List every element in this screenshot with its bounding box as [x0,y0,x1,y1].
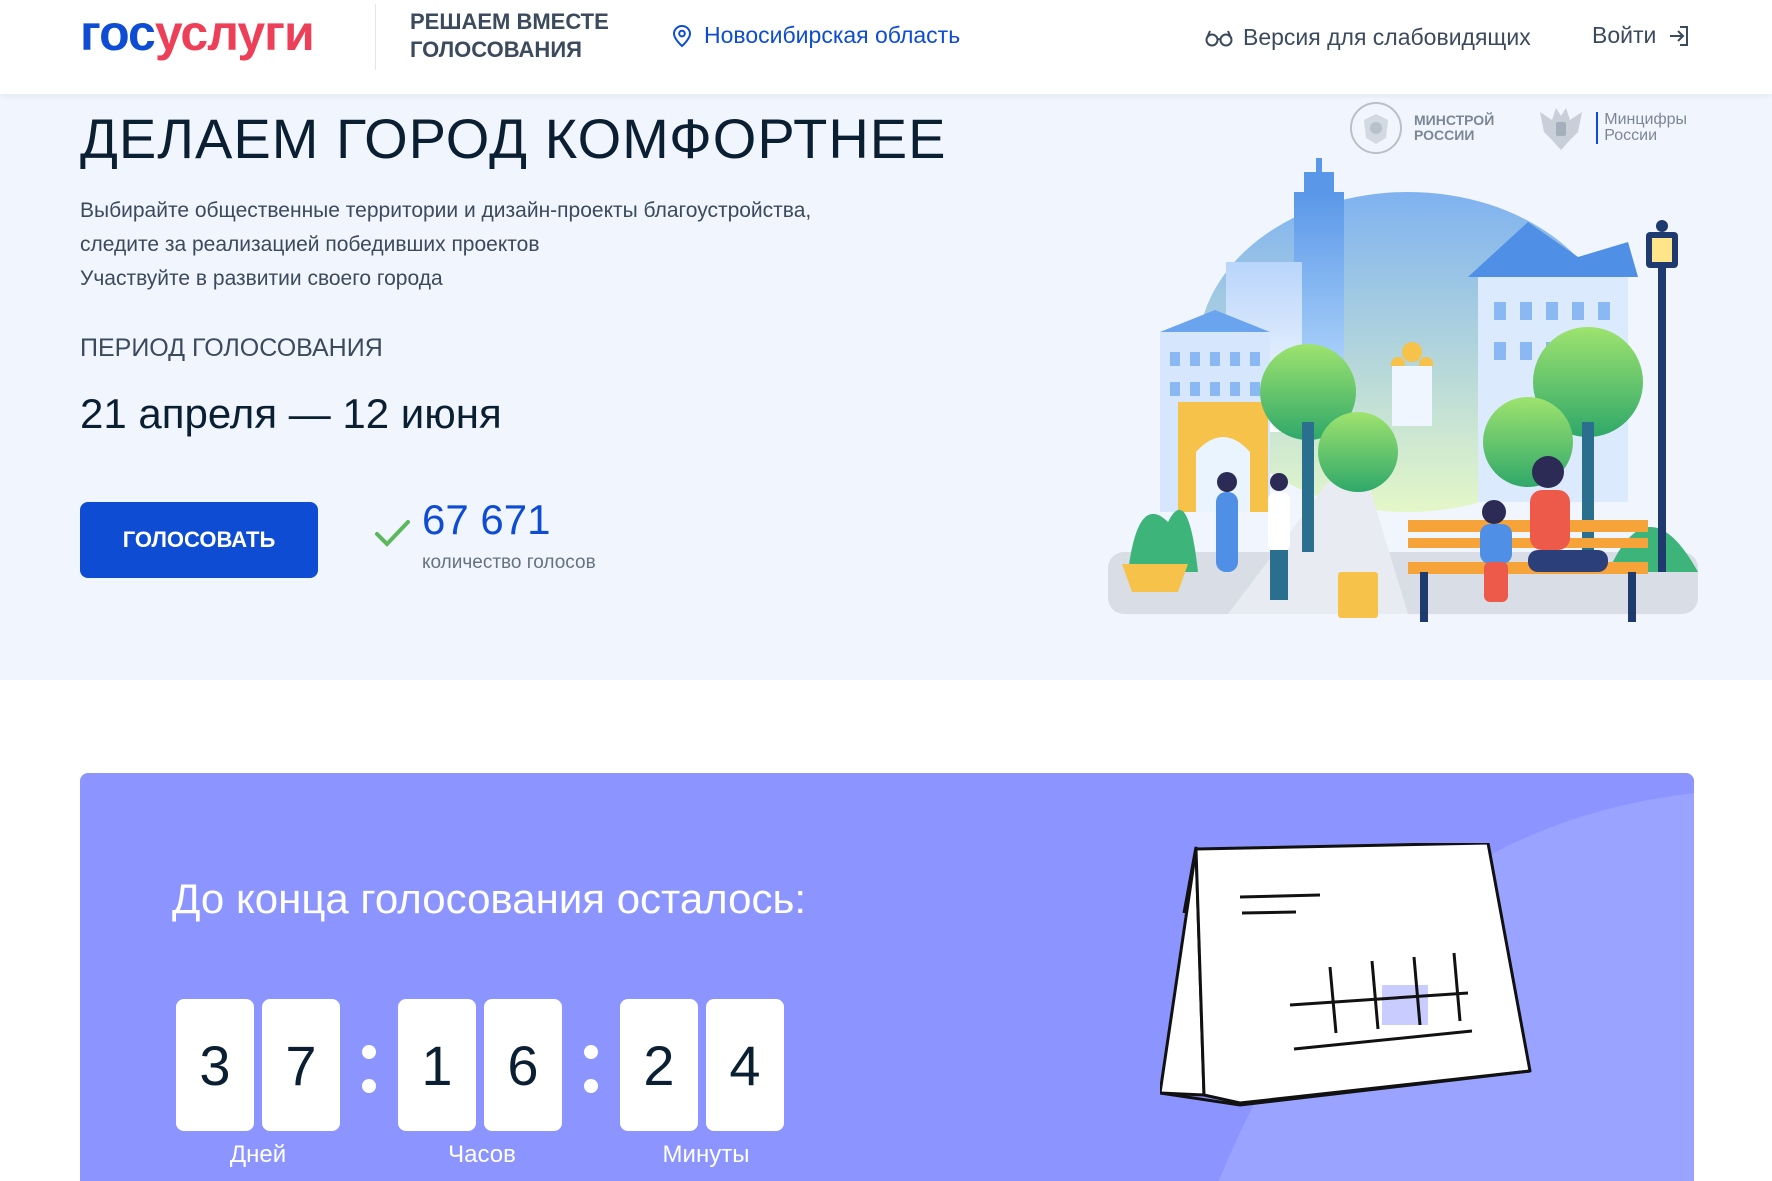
minutes-label: Минуты [662,1141,750,1168]
coat-of-arms-icon [1350,102,1402,154]
double-headed-eagle-icon [1540,108,1583,150]
low-vision-label: Версия для слабовидящих [1243,24,1531,50]
voting-period-label: Период голосования [80,334,383,362]
logo-part-uslugi: услуги [154,5,315,61]
mintsifry-logo: Минцифры России [1534,100,1687,156]
region-label: Новосибирская область [704,22,961,48]
glasses-icon [1205,30,1233,46]
low-vision-version-link[interactable]: Версия для слабовидящих [1205,24,1531,51]
calendar-icon [1160,843,1532,1107]
gosuslugi-logo[interactable]: госуслуги [80,5,315,61]
partner-logos: Минстрой России Минцифры России [1348,100,1687,156]
header: госуслуги Решаем вместе голосования Ново… [0,0,1772,94]
minutes-digit: 2 [620,999,698,1131]
mintsifry-line1: Минцифры [1604,111,1688,128]
login-link[interactable]: Войти [1592,22,1690,49]
region-selector[interactable]: Новосибирская область [672,22,960,49]
page-title: ДЕЛАЕМ ГОРОД КОМФОРТНЕЕ [80,107,947,170]
checkmark-icon [375,520,410,547]
voting-period-value: 21 апреля — 12 июня [80,390,502,437]
login-arrow-icon [1670,25,1689,46]
city-park-illustration [1108,158,1698,622]
hero-description: Выбирайте общественные территории и диза… [80,194,940,296]
days-digit: 3 [176,999,254,1131]
timer-separator [346,999,392,1131]
days-digit: 7 [262,999,340,1131]
hours-digit: 6 [484,999,562,1131]
countdown-title: До конца голосования осталось: [172,875,807,922]
countdown-timer: 3 7 1 6 2 4 [176,999,792,1131]
logo-part-gos: гос [80,5,156,61]
description-line: Выбирайте общественные территории и диза… [80,199,812,222]
location-pin-icon [672,24,692,47]
project-title-line2: голосования [410,37,582,62]
countdown-section: До конца голосования осталось: 3 7 1 6 2… [80,773,1694,1181]
hero-section: ДЕЛАЕМ ГОРОД КОМФОРТНЕЕ Выбирайте общест… [0,94,1772,680]
vote-button[interactable]: Голосовать [80,502,318,578]
project-title-line1: Решаем вместе [410,9,609,34]
hours-label: Часов [448,1141,516,1168]
days-label: Дней [229,1141,287,1168]
timer-separator [568,999,614,1131]
minstroy-logo: Минстрой России [1348,100,1494,156]
minstroy-line2: России [1414,127,1475,143]
mintsifry-line2: России [1604,127,1658,144]
description-line: следите за реализацией победивших проект… [80,233,540,256]
project-title[interactable]: Решаем вместе голосования [410,8,609,64]
minutes-digit: 4 [706,999,784,1131]
votes-count: 67 671 [422,496,551,543]
description-line: Участвуйте в развитии своего города [80,267,443,290]
votes-label: количество голосов [422,552,596,573]
minstroy-line1: Минстрой [1414,112,1495,128]
login-label: Войти [1592,22,1657,48]
header-divider [375,4,376,70]
hours-digit: 1 [398,999,476,1131]
